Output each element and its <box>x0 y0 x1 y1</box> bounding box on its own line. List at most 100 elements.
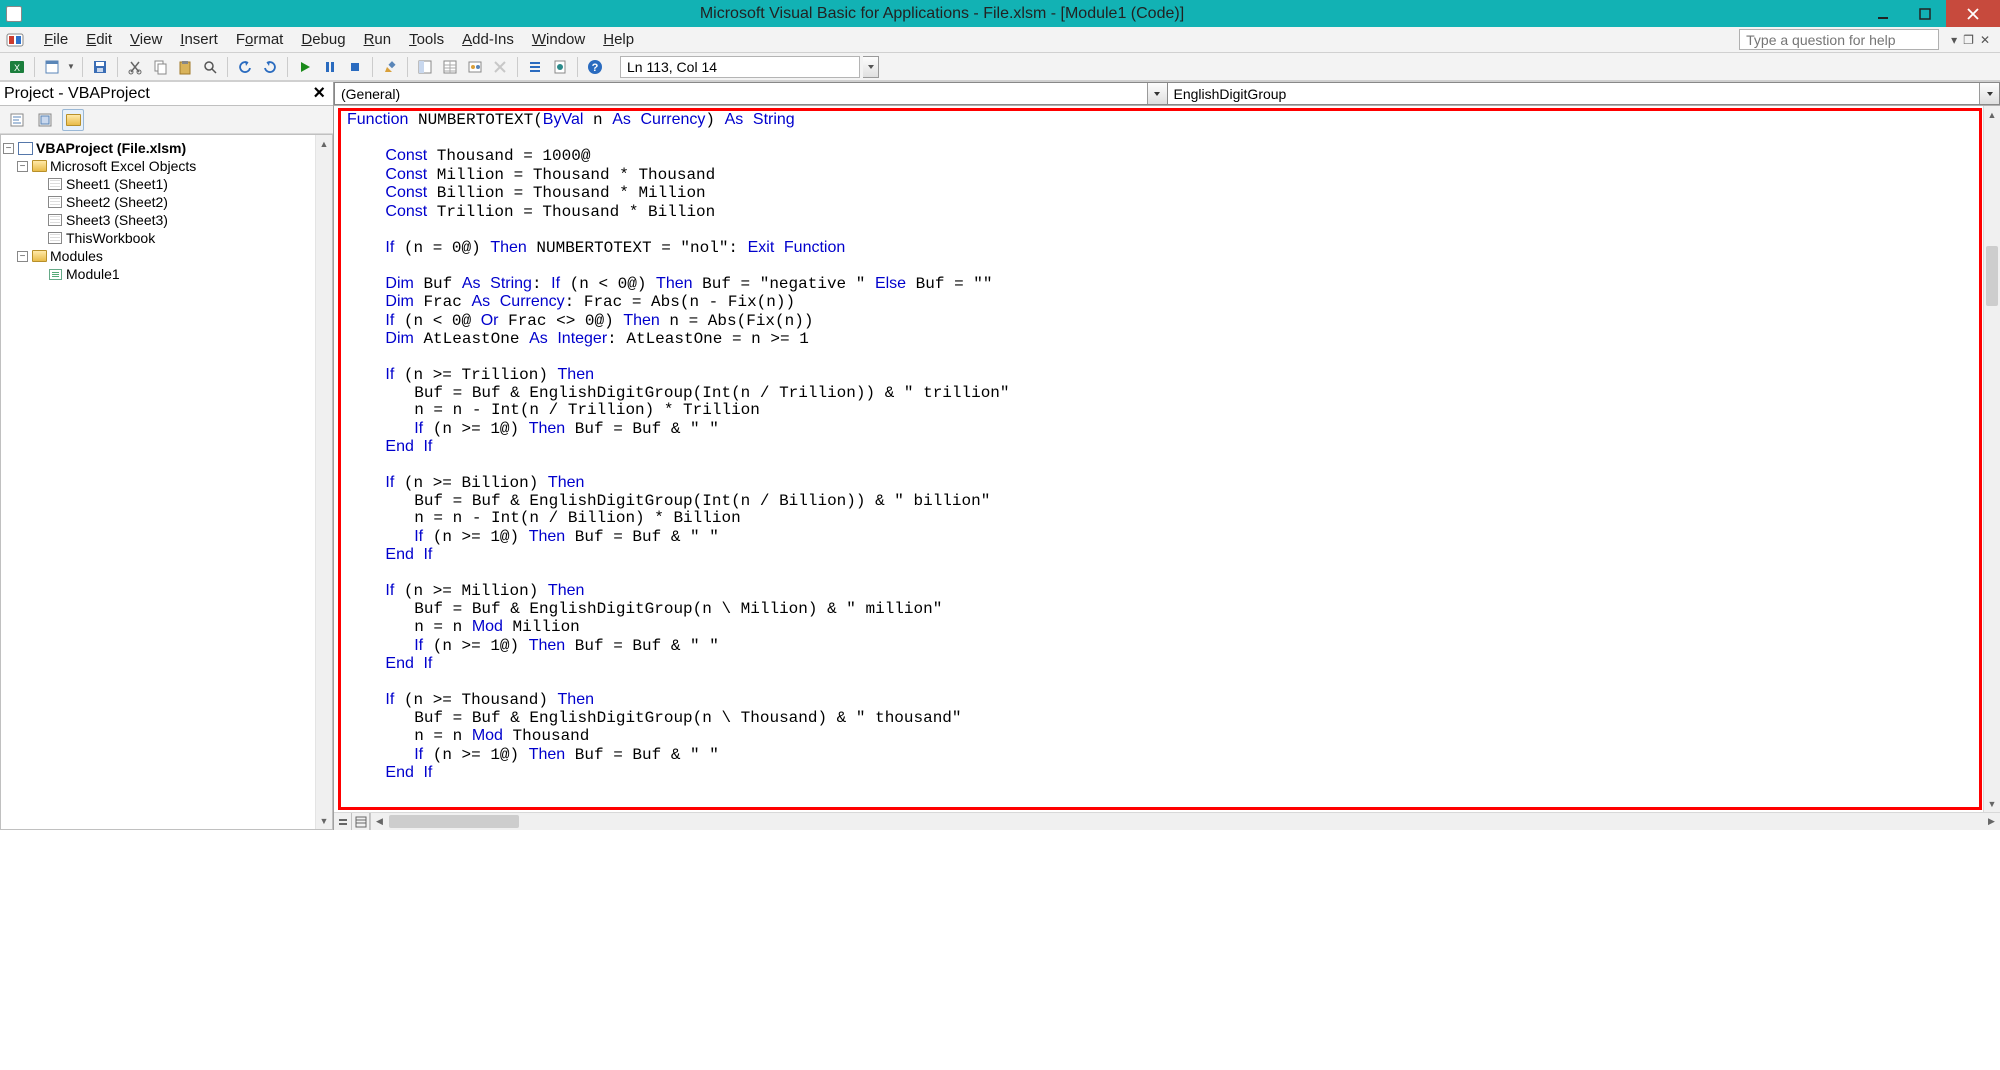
reset-button[interactable] <box>344 56 366 78</box>
dropdown-arrow-icon[interactable] <box>1147 83 1167 104</box>
mdi-controls: ▾ ❐ ✕ <box>1941 33 2000 47</box>
sheet-icon <box>47 213 63 227</box>
code-editor[interactable]: Function NUMBERTOTEXT(ByVal n As Currenc… <box>334 106 2000 812</box>
mdi-close-icon[interactable]: ✕ <box>1980 33 1990 47</box>
code-viewport[interactable]: Function NUMBERTOTEXT(ByVal n As Currenc… <box>341 111 1979 807</box>
scroll-right-icon[interactable]: ▶ <box>1983 813 2000 830</box>
bookmarks-button[interactable] <box>549 56 571 78</box>
object-dropdown-value: (General) <box>335 86 1147 102</box>
tree-excel-objects[interactable]: − Microsoft Excel Objects <box>3 157 330 175</box>
object-browser-button[interactable] <box>464 56 486 78</box>
insert-module-button[interactable] <box>41 56 63 78</box>
cursor-field-dropdown[interactable] <box>863 56 879 78</box>
tree-sheet3-label: Sheet3 (Sheet3) <box>66 212 168 228</box>
scroll-down-icon[interactable]: ▼ <box>1984 795 2000 812</box>
code-bottom-bar: ◀ ▶ <box>334 812 2000 830</box>
tree-modules[interactable]: − Modules <box>3 247 330 265</box>
tree-thisworkbook[interactable]: ThisWorkbook <box>3 229 330 247</box>
code-horizontal-scrollbar[interactable]: ◀ ▶ <box>370 813 2000 830</box>
redo-button[interactable] <box>259 56 281 78</box>
help-button[interactable]: ? <box>584 56 606 78</box>
menu-insert[interactable]: Insert <box>172 29 226 50</box>
project-pane-toolbar <box>0 106 333 134</box>
break-button[interactable] <box>319 56 341 78</box>
scrollbar-thumb[interactable] <box>1986 246 1998 306</box>
scroll-left-icon[interactable]: ◀ <box>371 813 388 830</box>
tree-module1-label: Module1 <box>66 266 120 282</box>
tree-module1[interactable]: Module1 <box>3 265 330 283</box>
cut-button[interactable] <box>124 56 146 78</box>
app-system-icon[interactable] <box>6 6 22 22</box>
toggle-folders-button[interactable] <box>62 109 84 131</box>
menu-addins[interactable]: Add-Ins <box>454 29 522 50</box>
code-vertical-scrollbar[interactable]: ▲ ▼ <box>1983 106 2000 812</box>
scroll-up-icon[interactable]: ▲ <box>1984 106 2000 123</box>
object-dropdown[interactable]: (General) <box>334 82 1167 105</box>
minimize-button[interactable] <box>1862 0 1904 27</box>
menu-help[interactable]: Help <box>595 29 642 50</box>
toolbox-button[interactable] <box>489 56 511 78</box>
sheet-icon <box>47 195 63 209</box>
menu-tools[interactable]: Tools <box>401 29 452 50</box>
code-text[interactable]: Function NUMBERTOTEXT(ByVal n As Currenc… <box>341 111 1979 783</box>
properties-button[interactable] <box>439 56 461 78</box>
dropdown-arrow-icon[interactable] <box>1979 83 1999 104</box>
menu-window[interactable]: Window <box>524 29 593 50</box>
procedure-dropdown[interactable]: EnglishDigitGroup <box>1167 82 2000 105</box>
project-tree[interactable]: − VBAProject (File.xlsm) − Microsoft Exc… <box>0 134 333 830</box>
close-button[interactable] <box>1946 0 2000 27</box>
mdi-minimize-icon[interactable]: ▾ <box>1951 33 1957 47</box>
tree-thisworkbook-label: ThisWorkbook <box>66 230 155 246</box>
full-module-view-button[interactable] <box>352 813 370 830</box>
window-title: Microsoft Visual Basic for Applications … <box>22 0 1862 27</box>
menu-view[interactable]: View <box>122 29 170 50</box>
bottom-filler <box>0 830 2000 1070</box>
mdi-restore-icon[interactable]: ❐ <box>1963 33 1974 47</box>
main-toolbar: X ▼ ? Ln 113, Col 14 <box>0 53 2000 81</box>
scrollbar-thumb[interactable] <box>389 815 519 828</box>
toggle-icon[interactable]: − <box>17 161 28 172</box>
project-pane-close-button[interactable]: × <box>309 82 329 105</box>
find-button[interactable] <box>199 56 221 78</box>
tree-sheet3[interactable]: Sheet3 (Sheet3) <box>3 211 330 229</box>
help-search-input[interactable] <box>1739 29 1939 50</box>
menu-debug[interactable]: Debug <box>293 29 353 50</box>
tree-modules-label: Modules <box>50 248 103 264</box>
menu-format[interactable]: Format <box>228 29 292 50</box>
toggle-icon[interactable]: − <box>17 251 28 262</box>
design-mode-button[interactable] <box>379 56 401 78</box>
view-object-button[interactable] <box>34 109 56 131</box>
procedure-view-button[interactable] <box>334 813 352 830</box>
svg-text:?: ? <box>592 62 599 74</box>
maximize-button[interactable] <box>1904 0 1946 27</box>
svg-text:X: X <box>14 63 20 73</box>
tree-root[interactable]: − VBAProject (File.xlsm) <box>3 139 330 157</box>
cursor-position-field: Ln 113, Col 14 <box>620 56 860 78</box>
sheet-icon <box>47 231 63 245</box>
scroll-up-icon[interactable]: ▲ <box>316 135 332 152</box>
scroll-down-icon[interactable]: ▼ <box>316 812 332 829</box>
menu-left-icons <box>6 31 34 49</box>
toggle-icon[interactable]: − <box>3 143 14 154</box>
undo-button[interactable] <box>234 56 256 78</box>
tab-order-button[interactable] <box>524 56 546 78</box>
project-explorer-button[interactable] <box>414 56 436 78</box>
menu-run[interactable]: Run <box>356 29 400 50</box>
tree-sheet2[interactable]: Sheet2 (Sheet2) <box>3 193 330 211</box>
view-code-button[interactable] <box>6 109 28 131</box>
tree-excel-objects-label: Microsoft Excel Objects <box>50 158 196 174</box>
tree-sheet2-label: Sheet2 (Sheet2) <box>66 194 168 210</box>
project-tree-scrollbar[interactable]: ▲ ▼ <box>315 135 332 829</box>
tree-root-label: VBAProject (File.xlsm) <box>36 140 186 156</box>
tree-sheet1[interactable]: Sheet1 (Sheet1) <box>3 175 330 193</box>
view-excel-button[interactable]: X <box>6 56 28 78</box>
save-button[interactable] <box>89 56 111 78</box>
title-bar-icons <box>0 0 22 27</box>
paste-button[interactable] <box>174 56 196 78</box>
menu-edit[interactable]: Edit <box>78 29 120 50</box>
menu-bar: File Edit View Insert Format Debug Run T… <box>0 27 2000 53</box>
run-button[interactable] <box>294 56 316 78</box>
insert-dropdown-icon[interactable]: ▼ <box>66 62 76 71</box>
copy-button[interactable] <box>149 56 171 78</box>
menu-file[interactable]: File <box>36 29 76 50</box>
